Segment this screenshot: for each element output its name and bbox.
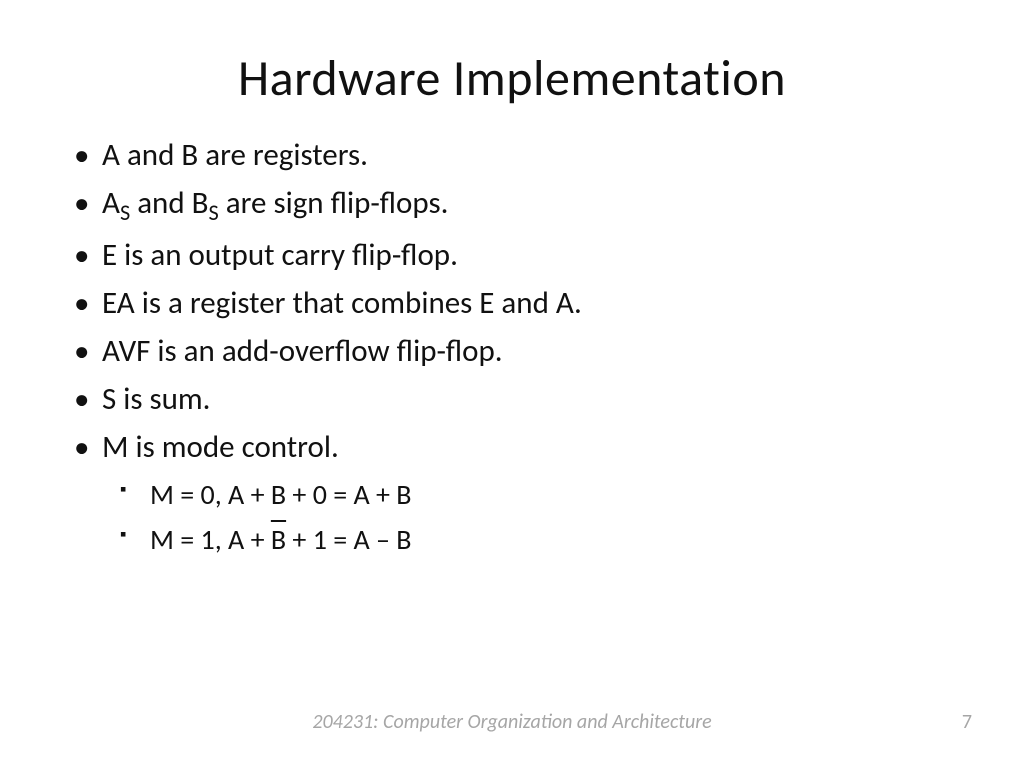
list-item: M is mode control. M = 0, A + B + 0 = A …: [102, 423, 960, 563]
slide-title: Hardware Implementation: [64, 48, 960, 109]
text: and B: [130, 184, 208, 222]
footer-text: 204231: Computer Organization and Archit…: [0, 710, 1024, 734]
list-item: M = 1, A + B + 1 = A – B: [150, 518, 960, 563]
list-item: S is sum.: [102, 375, 960, 423]
subscript: S: [209, 199, 219, 226]
complement: B: [271, 522, 286, 557]
list-item: M = 0, A + B + 0 = A + B: [150, 473, 960, 518]
page-number: 7: [962, 710, 972, 734]
list-item: AVF is an add-overflow flip-flop.: [102, 327, 960, 375]
subscript: S: [120, 199, 130, 226]
list-item: A and B are registers.: [102, 131, 960, 179]
text: M is mode control.: [102, 428, 339, 466]
text: M = 1, A +: [150, 522, 271, 557]
list-item: EA is a register that combines E and A.: [102, 279, 960, 327]
text: A: [102, 184, 120, 222]
slide: Hardware Implementation A and B are regi…: [0, 0, 1024, 768]
sub-list: M = 0, A + B + 0 = A + B M = 1, A + B + …: [102, 473, 960, 563]
text: + 1 = A – B: [286, 522, 411, 557]
bullet-list: A and B are registers. AS and BS are sig…: [64, 131, 960, 563]
text: are sign flip-flops.: [219, 184, 449, 222]
list-item: E is an output carry flip-flop.: [102, 231, 960, 279]
list-item: AS and BS are sign flip-flops.: [102, 179, 960, 231]
